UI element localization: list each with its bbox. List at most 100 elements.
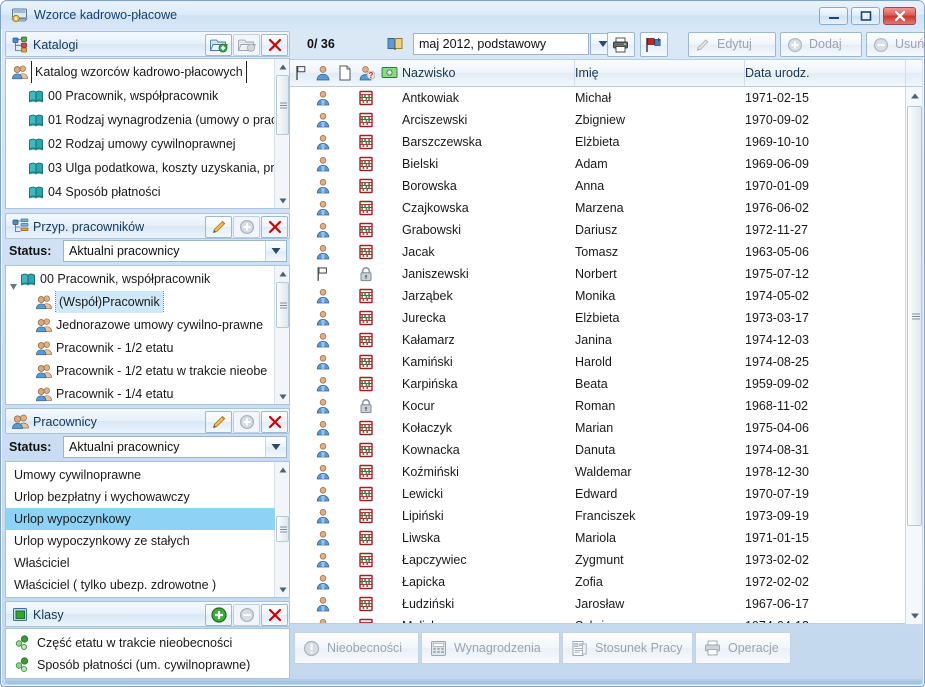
catalog-tree-item[interactable]: Katalog wzorców kadrowo-płacowych	[6, 61, 274, 83]
close-button[interactable]	[883, 7, 916, 25]
remove-class-button[interactable]	[233, 604, 260, 626]
add-employee-button[interactable]	[233, 411, 260, 433]
catalogs-tree[interactable]: Katalog wzorców kadrowo-płacowych 00 Prac…	[5, 58, 290, 209]
scroll-down-icon[interactable]	[275, 193, 289, 208]
employees-status-combo[interactable]: Aktualni pracownicy	[63, 436, 287, 458]
scrollbar-thumb[interactable]	[907, 106, 922, 526]
employee-list-item[interactable]: Urlop wypoczynkowy ze stałych	[6, 530, 275, 552]
catalog-tree-item[interactable]: 01 Rodzaj wynagrodzenia (umowy o prac	[6, 109, 274, 131]
salaries-button[interactable]: Wynagrodzenia	[421, 632, 560, 664]
add-button[interactable]: Dodaj	[780, 32, 862, 57]
scrollbar-thumb[interactable]	[276, 282, 289, 328]
employee-list-item[interactable]: Właściciel ( tylko ubezp. zdrowotne )	[6, 574, 275, 596]
person-icon[interactable]	[315, 65, 332, 82]
delete-class-button[interactable]	[261, 604, 288, 626]
table-row[interactable]: Kocur Roman 1968-11-02	[290, 395, 906, 417]
grid-scrollbar[interactable]	[905, 87, 922, 624]
catalog-tree-item[interactable]: 02 Rodzaj umowy cywilnoprawnej	[6, 133, 274, 155]
table-row[interactable]: Koźmiński Waldemar 1978-12-30	[290, 461, 906, 483]
table-row[interactable]: Czajkowska Marzena 1976-06-02	[290, 197, 906, 219]
scroll-down-icon[interactable]	[275, 582, 289, 597]
table-row[interactable]: Janiszewski Norbert 1975-07-12	[290, 263, 906, 285]
delete-catalog-button[interactable]	[261, 34, 288, 56]
employees-scrollbar[interactable]	[274, 462, 289, 597]
add-class-button[interactable]	[205, 604, 232, 626]
table-row[interactable]: Jacak Tomasz 1963-05-06	[290, 241, 906, 263]
table-row[interactable]: Kamiński Harold 1974-08-25	[290, 351, 906, 373]
export-button[interactable]	[640, 32, 668, 57]
employee-list-item[interactable]: Umowy cywilnoprawne	[6, 464, 275, 486]
minimize-button[interactable]	[819, 7, 848, 25]
print-button[interactable]	[607, 32, 635, 57]
employment-button[interactable]: Stosunek Pracy	[562, 632, 693, 664]
operations-button[interactable]: Operacje	[695, 632, 791, 664]
table-row[interactable]: Łapczywiec Zygmunt 1973-02-02	[290, 549, 906, 571]
chevron-down-icon[interactable]	[265, 241, 286, 261]
assign-tree-item[interactable]: Pracownik - 1/4 etatu	[6, 383, 274, 404]
table-row[interactable]: Łapicka Zofia 1972-02-02	[290, 571, 906, 593]
table-row[interactable]: Kołaczyk Marian 1975-04-06	[290, 417, 906, 439]
assign-tree-item[interactable]: Jednorazowe umowy cywilno-prawne	[6, 314, 274, 336]
table-row[interactable]: Grabowski Dariusz 1972-11-27	[290, 219, 906, 241]
table-row[interactable]: Jarząbek Monika 1974-05-02	[290, 285, 906, 307]
classes-list[interactable]: Część etatu w trakcie nieobecności Sposób…	[5, 628, 290, 679]
scroll-down-icon[interactable]	[906, 607, 923, 624]
scroll-up-icon[interactable]	[275, 59, 289, 74]
period-input[interactable]: maj 2012, podstawowy	[413, 33, 589, 55]
class-list-item[interactable]: Część etatu w trakcie nieobecności	[6, 632, 289, 654]
edit-employee-button[interactable]	[205, 411, 232, 433]
delete-assignment-button[interactable]	[261, 216, 288, 238]
scroll-up-icon[interactable]	[275, 266, 289, 281]
scrollbar-thumb[interactable]	[276, 516, 289, 542]
table-row[interactable]: Łudziński Jarosław 1967-06-17	[290, 593, 906, 615]
document-icon[interactable]	[337, 65, 354, 82]
scroll-up-icon[interactable]	[906, 87, 923, 104]
assign-status-combo[interactable]: Aktualni pracownicy	[63, 240, 287, 262]
catalogs-scrollbar[interactable]	[274, 59, 289, 208]
table-row[interactable]: Malicka Sylwia 1974-04-12	[290, 615, 906, 623]
table-row[interactable]: Karpińska Beata 1959-09-02	[290, 373, 906, 395]
table-row[interactable]: Lewicki Edward 1970-07-19	[290, 483, 906, 505]
scrollbar-thumb[interactable]	[276, 75, 289, 135]
table-row[interactable]: Kałamarz Janina 1974-12-03	[290, 329, 906, 351]
class-list-item[interactable]: Sposób płatności (um. cywilnoprawne)	[6, 654, 289, 676]
book-open-icon[interactable]	[386, 35, 404, 53]
scroll-up-icon[interactable]	[275, 462, 289, 477]
assign-scrollbar[interactable]	[274, 266, 289, 404]
flag-icon[interactable]	[294, 65, 311, 82]
chevron-down-icon[interactable]	[265, 437, 286, 457]
table-row[interactable]: Lipiński Franciszek 1973-09-19	[290, 505, 906, 527]
catalog-tree-item[interactable]: 00 Pracownik, współpracownik	[6, 85, 274, 107]
table-row[interactable]: Antkowiak Michał 1971-02-15	[290, 87, 906, 109]
assign-tree-item[interactable]: 00 Pracownik, współpracownik	[6, 268, 274, 290]
expander-icon[interactable]	[10, 276, 18, 290]
maximize-button[interactable]	[851, 7, 880, 25]
edit-button[interactable]: Edytuj	[688, 32, 776, 57]
delete-button[interactable]: Usuń	[866, 32, 924, 57]
edit-assignment-button[interactable]	[205, 216, 232, 238]
assign-tree-item[interactable]: Pracownik - 1/2 etatu w trakcie nieobe	[6, 360, 274, 382]
assign-tree-item[interactable]: Pracownik - 1/2 etatu	[6, 337, 274, 359]
table-row[interactable]: Bielski Adam 1969-06-09	[290, 153, 906, 175]
person-question-icon[interactable]: ?	[359, 65, 376, 82]
assign-tree[interactable]: 00 Pracownik, współpracownik (Współ)Praco…	[5, 265, 290, 405]
open-folder-button[interactable]	[233, 34, 260, 56]
employee-list-item[interactable]: Urlop bezpłatny i wychowawczy	[6, 486, 275, 508]
assign-tree-item[interactable]: (Współ)Pracownik	[6, 291, 274, 313]
absences-button[interactable]: Nieobecności	[294, 632, 419, 664]
column-header-nazwisko[interactable]: Nazwisko	[402, 60, 575, 86]
add-folder-button[interactable]	[205, 34, 232, 56]
catalog-tree-item[interactable]: 04 Sposób płatności	[6, 181, 274, 203]
employee-list-item[interactable]: Właściciel	[6, 552, 275, 574]
column-header-imie[interactable]: Imię	[575, 60, 745, 86]
delete-employee-button[interactable]	[261, 411, 288, 433]
table-row[interactable]: Liwska Mariola 1971-01-15	[290, 527, 906, 549]
table-row[interactable]: Borowska Anna 1970-01-09	[290, 175, 906, 197]
employee-list-item[interactable]: Urlop wypoczynkowy	[6, 508, 275, 530]
column-header-data[interactable]: Data urodz.	[745, 60, 906, 86]
catalog-tree-item[interactable]: 03 Ulga podatkowa, koszty uzyskania, pro	[6, 157, 274, 179]
employees-grid[interactable]: Antkowiak Michał 1971-02-15 Arciszewski Zbig…	[290, 87, 922, 624]
table-row[interactable]: Kownacka Danuta 1974-08-31	[290, 439, 906, 461]
employees-list[interactable]: Umowy cywilnoprawne Urlop bezpłatny i wyc…	[5, 461, 290, 598]
add-assignment-button[interactable]	[233, 216, 260, 238]
